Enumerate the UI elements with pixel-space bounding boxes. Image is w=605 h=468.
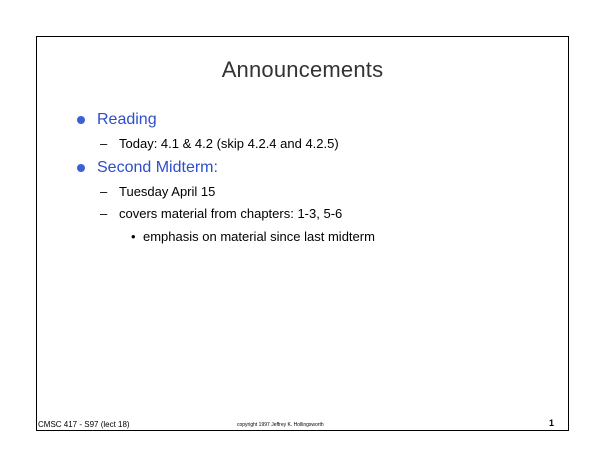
subsubitem-emphasis-text: emphasis on material since last midterm bbox=[143, 229, 375, 244]
dash-marker: – bbox=[100, 206, 108, 221]
subitem-date-text: Tuesday April 15 bbox=[119, 184, 216, 199]
bullet-dot-icon bbox=[77, 164, 85, 172]
bullet-reading-text: Reading bbox=[97, 111, 157, 128]
footer-copyright: copyright 1997 Jeffrey K. Hollingsworth bbox=[237, 422, 324, 428]
dash-marker: – bbox=[100, 184, 108, 199]
footer-page-number: 1 bbox=[549, 418, 555, 428]
subitem-today-text: Today: 4.1 & 4.2 (skip 4.2.4 and 4.2.5) bbox=[119, 136, 339, 151]
subitem-chapters-text: covers material from chapters: 1-3, 5-6 bbox=[119, 206, 343, 221]
slide-title: Announcements bbox=[221, 57, 384, 82]
dash-marker: – bbox=[100, 136, 108, 151]
footer-course: CMSC 417 - S97 (lect 18) bbox=[38, 420, 130, 429]
bullet-second-midterm-text: Second Midterm: bbox=[97, 159, 218, 176]
bullet-dot-icon bbox=[77, 116, 85, 124]
bullet-marker: • bbox=[131, 229, 136, 244]
